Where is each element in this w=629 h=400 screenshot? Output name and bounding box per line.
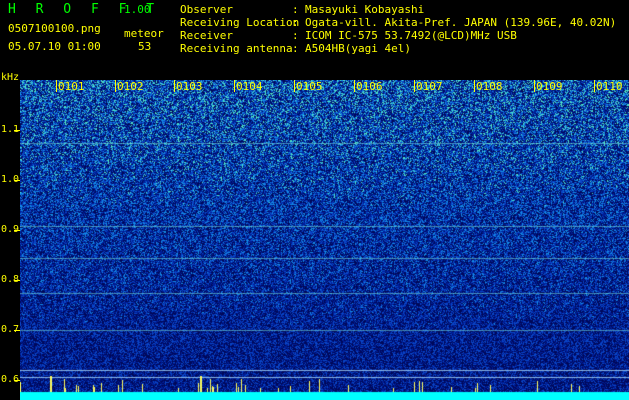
time-tick-label: 0108 xyxy=(476,80,503,93)
time-tick-mark xyxy=(174,80,175,92)
time-tick-label: 0106 xyxy=(356,80,383,93)
info-value-antenna: A504HB(yagi 4el) xyxy=(305,42,411,55)
meteor-label: meteor xyxy=(124,27,164,40)
time-tick-mark xyxy=(294,80,295,92)
time-tick-label: 0103 xyxy=(176,80,203,93)
filename-label: 0507100100.png xyxy=(8,22,101,35)
y-axis-unit: kHz xyxy=(1,72,20,83)
y-tick-mark xyxy=(14,380,20,381)
time-tick-mark xyxy=(56,80,57,92)
info-label-antenna: Receiving antenna xyxy=(180,42,293,55)
time-tick-mark xyxy=(354,80,355,92)
time-tick-label: 0110 xyxy=(596,80,623,93)
time-tick-mark xyxy=(234,80,235,92)
datetime-label: 05.07.10 01:00 xyxy=(8,40,101,53)
time-tick-mark xyxy=(414,80,415,92)
meteor-count: 53 xyxy=(138,40,152,53)
time-tick-mark xyxy=(474,80,475,92)
info-label-observer: Observer xyxy=(180,3,233,16)
spectrogram-image xyxy=(20,80,629,400)
time-tick-label: 0109 xyxy=(536,80,563,93)
time-tick-label: 0101 xyxy=(58,80,85,93)
y-tick-mark xyxy=(14,230,20,231)
info-separator: : xyxy=(292,42,299,55)
time-tick-label: 0104 xyxy=(236,80,263,93)
y-tick-mark xyxy=(14,330,20,331)
info-value-observer: Masayuki Kobayashi xyxy=(305,3,425,16)
time-tick-mark xyxy=(115,80,116,92)
info-value-receiver: ICOM IC-575 53.7492(@LCD)MHz USB xyxy=(305,29,517,42)
y-tick-mark xyxy=(14,180,20,181)
y-tick-mark xyxy=(14,130,20,131)
info-separator: : xyxy=(292,3,299,16)
info-label-location: Receiving Location xyxy=(180,16,300,29)
info-label-receiver: Receiver xyxy=(180,29,233,42)
time-tick-label: 0102 xyxy=(117,80,144,93)
time-tick-mark xyxy=(534,80,535,92)
info-separator: : xyxy=(292,16,299,29)
y-tick-mark xyxy=(14,280,20,281)
time-tick-mark xyxy=(594,80,595,92)
info-value-location: Ogata-vill. Akita-Pref. JAPAN (139.96E, … xyxy=(305,16,617,29)
info-separator: : xyxy=(292,29,299,42)
time-tick-label: 0105 xyxy=(296,80,323,93)
version-label: 1.00 xyxy=(124,3,151,16)
time-tick-label: 0107 xyxy=(416,80,443,93)
